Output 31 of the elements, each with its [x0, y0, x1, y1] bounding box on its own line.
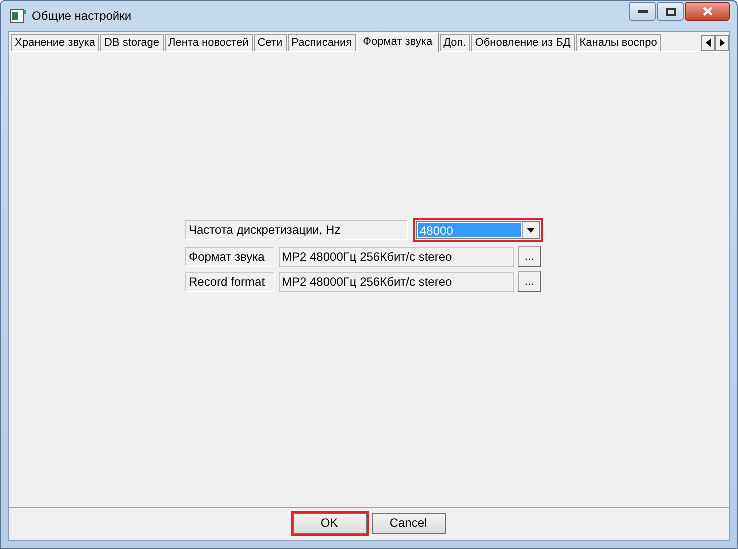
scroll-left-button[interactable] — [701, 35, 715, 51]
tab[interactable]: Обновление из БД — [471, 34, 575, 51]
left-arrow-icon — [706, 39, 710, 47]
field-label: Record format — [185, 272, 275, 292]
dropdown-arrow-icon — [527, 228, 535, 232]
tab[interactable]: Хранение звука — [11, 34, 100, 51]
window-title: Общие настройки — [32, 9, 132, 23]
field-label: Формат звука — [185, 246, 275, 266]
tab[interactable]: DB storage — [100, 34, 164, 51]
cancel-button[interactable]: Cancel — [372, 512, 446, 534]
close-button[interactable] — [685, 2, 730, 21]
field-label: Частота дискретизации, Hz — [185, 220, 408, 240]
value-field[interactable]: MP2 48000Гц 256Кбит/с stereo — [279, 272, 514, 292]
value-field[interactable]: MP2 48000Гц 256Кбит/с stereo — [279, 246, 514, 266]
tab[interactable]: Сети — [254, 34, 287, 51]
tab[interactable]: Формат звука — [357, 33, 439, 52]
ok-button[interactable]: OK — [292, 512, 366, 534]
tab[interactable]: Расписания — [288, 34, 356, 51]
browse-button[interactable]: ... — [518, 271, 541, 292]
right-arrow-icon — [720, 39, 724, 47]
maximize-button[interactable] — [657, 2, 684, 21]
minimize-icon — [638, 10, 648, 14]
close-icon — [702, 7, 712, 16]
browse-button[interactable]: ... — [518, 246, 541, 267]
tab[interactable]: Каналы воспро — [576, 34, 662, 51]
app-icon — [10, 9, 26, 23]
tab[interactable]: Лента новостей — [164, 34, 253, 51]
maximize-icon — [666, 8, 676, 16]
scroll-right-button[interactable] — [715, 35, 729, 51]
minimize-button[interactable] — [629, 2, 656, 21]
tab[interactable]: Доп. — [440, 34, 470, 51]
